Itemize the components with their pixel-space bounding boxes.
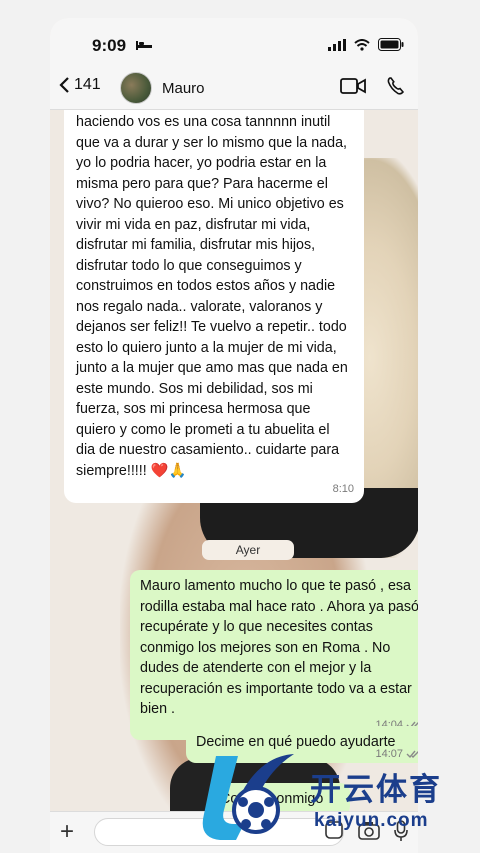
watermark-chinese: 开云体育 <box>310 772 442 808</box>
status-time: 9:09 <box>92 36 127 55</box>
back-chevron-icon <box>59 77 69 93</box>
status-icons <box>328 38 404 51</box>
watermark-latin: kaiyun.com <box>314 810 429 831</box>
outgoing-message-text: Mauro lamento mucho lo que te pasó , esa… <box>140 578 418 717</box>
back-button[interactable]: 141 <box>58 76 101 94</box>
phone-icon[interactable] <box>386 76 406 96</box>
video-call-icon[interactable] <box>340 77 366 95</box>
contact-avatar[interactable] <box>120 72 152 104</box>
incoming-message-time: 8:10 <box>332 482 354 495</box>
battery-icon <box>378 38 404 51</box>
phone-screen: 9:09 141 Mauro haciendo vos es una cosa … <box>50 18 418 853</box>
date-separator: Ayer <box>202 540 294 560</box>
signal-icon <box>328 38 346 51</box>
incoming-message-text: haciendo vos es una cosa tannnnn inutil … <box>76 114 348 479</box>
outgoing-message[interactable]: Mauro lamento mucho lo que te pasó , esa… <box>130 570 418 740</box>
watermark: 开云体育 kaiyun.com <box>198 748 478 846</box>
chat-header: 141 Mauro <box>50 66 418 110</box>
watermark-logo-icon <box>202 754 294 840</box>
incoming-message[interactable]: haciendo vos es una cosa tannnnn inutil … <box>64 110 364 503</box>
bed-icon <box>136 41 152 50</box>
header-actions <box>340 76 406 96</box>
back-count: 141 <box>74 76 101 93</box>
wifi-icon <box>354 38 370 51</box>
plus-icon[interactable]: + <box>60 818 74 846</box>
contact-name[interactable]: Mauro <box>162 80 205 97</box>
status-bar: 9:09 <box>50 18 418 66</box>
